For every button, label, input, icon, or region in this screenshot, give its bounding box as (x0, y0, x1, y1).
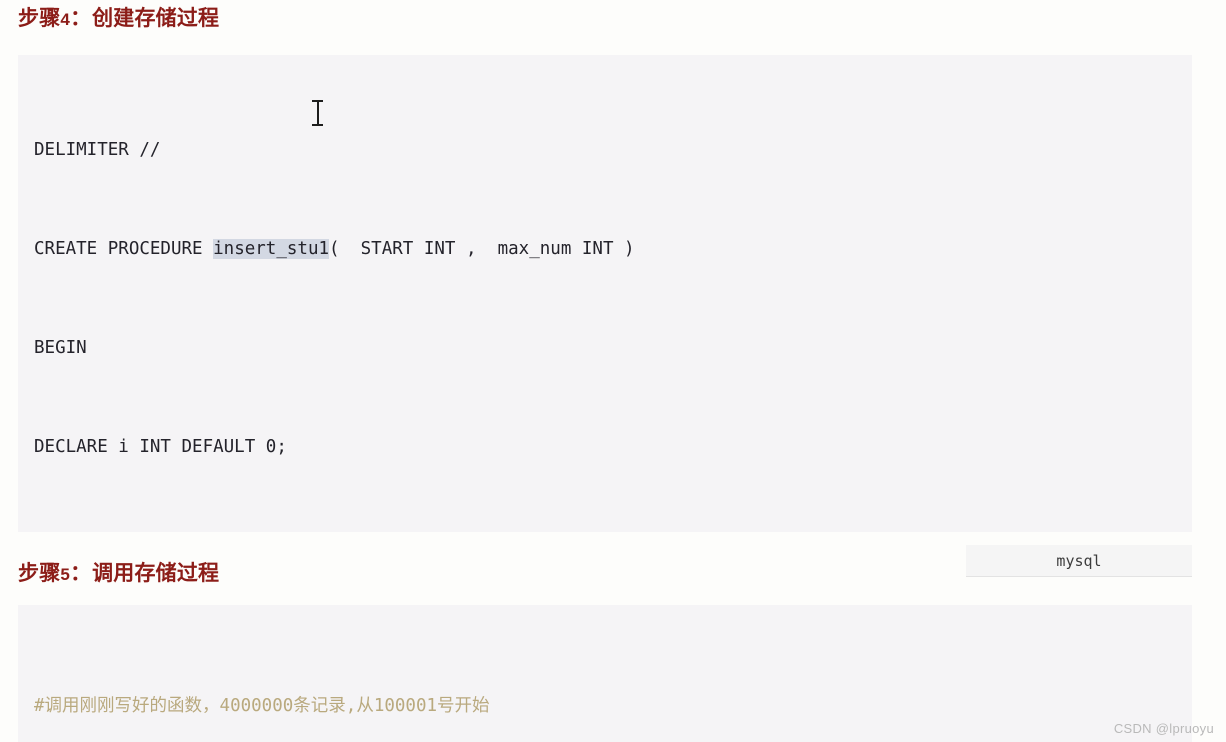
step4-colon: ： (70, 7, 91, 30)
selected-procedure-name[interactable]: insert_stu1 (213, 239, 330, 259)
watermark: CSDN @lpruoyu (1113, 721, 1214, 736)
step4-label: 步骤 (18, 7, 61, 30)
step4-number: 4 (60, 10, 71, 29)
code-block-call-procedure[interactable]: #调用刚刚写好的函数，4000000条记录,从100001号开始 CALL in… (18, 605, 1192, 742)
create-procedure-params: ( START INT , max_num INT ) (329, 239, 635, 259)
step5-colon: ： (70, 562, 91, 585)
code-line-call-comment: #调用刚刚写好的函数，4000000条记录,从100001号开始 (34, 696, 490, 716)
create-procedure-prefix: CREATE PROCEDURE (34, 239, 214, 259)
code-line-declare: DECLARE i INT DEFAULT 0; (34, 437, 287, 457)
code-block-create-procedure[interactable]: DELIMITER // CREATE PROCEDURE insert_stu… (18, 55, 1192, 532)
language-tag-mysql[interactable]: mysql (966, 545, 1192, 577)
page-root: 步骤4：创建存储过程 DELIMITER // CREATE PROCEDURE… (0, 0, 1226, 742)
code-line-create-procedure: CREATE PROCEDURE insert_stu1( START INT … (34, 233, 1176, 266)
language-tag-label: mysql (1056, 551, 1102, 570)
code-line-begin: BEGIN (34, 338, 87, 358)
step5-label: 步骤 (18, 562, 61, 585)
section-heading-step5: 步骤5：调用存储过程 (18, 561, 219, 587)
step5-title: 调用存储过程 (92, 562, 220, 585)
section-heading-step4: 步骤4：创建存储过程 (18, 6, 219, 32)
code-line-delimiter-open: DELIMITER // (34, 140, 161, 160)
step5-number: 5 (60, 565, 71, 584)
code-line-set-autocommit: SET autocommit = 0; #设置手动提交事务 (34, 530, 1176, 532)
step4-title: 创建存储过程 (92, 7, 220, 30)
